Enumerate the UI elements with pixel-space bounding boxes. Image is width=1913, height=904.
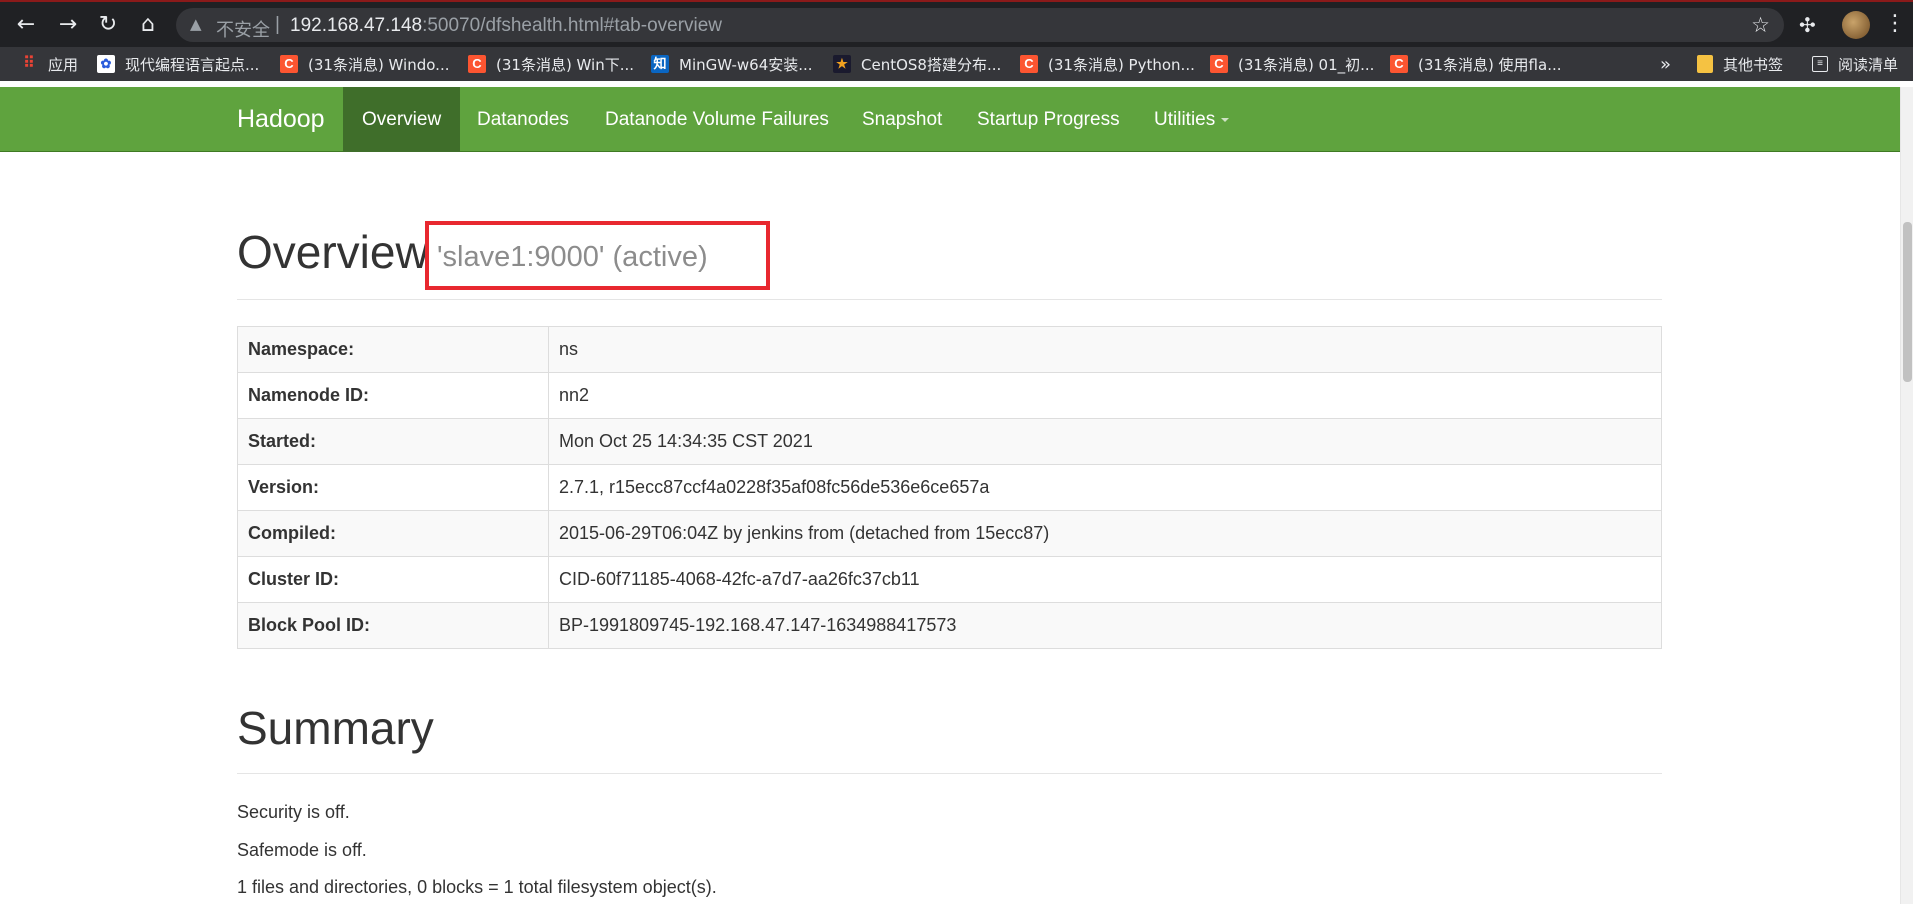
csdn-icon: C: [1210, 55, 1228, 73]
nav-datanodes[interactable]: Datanodes: [458, 87, 588, 152]
bookmark-label: MinGW-w64安装...: [679, 55, 813, 74]
row-value: nn2: [548, 372, 1662, 419]
url-text[interactable]: 192.168.47.148:50070/dfshealth.html#tab-…: [290, 15, 722, 37]
bookmark-item[interactable]: ★ CentOS8搭建分布...: [833, 53, 1001, 75]
row-value: CID-60f71185-4068-42fc-a7d7-aa26fc37cb11: [548, 556, 1662, 603]
url-path: :50070/dfshealth.html#tab-overview: [422, 15, 723, 36]
address-separator: |: [275, 14, 280, 35]
hadoop-navbar: Hadoop Overview Datanodes Datanode Volum…: [0, 87, 1900, 152]
row-value: 2015-06-29T06:04Z by jenkins from (detac…: [548, 510, 1662, 557]
bookmark-item[interactable]: C (31条消息) 01_初...: [1210, 53, 1374, 75]
nav-utilities-label: Utilities: [1154, 109, 1216, 130]
summary-header: Summary: [237, 686, 1662, 774]
table-row: Version: 2.7.1, r15ecc87ccf4a0228f35af08…: [237, 464, 1662, 511]
row-key: Version:: [237, 464, 549, 511]
summary-title: Summary: [237, 702, 434, 754]
bookmark-item[interactable]: ✿ 现代编程语言起点...: [97, 53, 259, 75]
row-value: ns: [548, 326, 1662, 373]
back-icon[interactable]: ←: [12, 11, 40, 39]
bookmarks-overflow-button[interactable]: »: [1660, 53, 1671, 75]
row-key: Namespace:: [237, 326, 549, 373]
overview-info-table: Namespace: ns Namenode ID: nn2 Started: …: [237, 326, 1662, 649]
url-host: 192.168.47.148: [290, 15, 423, 36]
nav-overview[interactable]: Overview: [343, 87, 461, 152]
bookmark-item[interactable]: C (31条消息) Windo...: [280, 53, 449, 75]
table-row: Compiled: 2015-06-29T06:04Z by jenkins f…: [237, 510, 1662, 557]
reading-list-button[interactable]: ≡ 阅读清单: [1812, 53, 1898, 75]
table-row: Cluster ID: CID-60f71185-4068-42fc-a7d7-…: [237, 556, 1662, 603]
bookmark-apps[interactable]: ⠿ 应用: [20, 53, 78, 75]
bookmark-star-icon[interactable]: ☆: [1751, 13, 1770, 37]
nav-startup-progress[interactable]: Startup Progress: [958, 87, 1139, 152]
annotation-highlight-box: [425, 221, 770, 290]
nav-snapshot[interactable]: Snapshot: [843, 87, 961, 152]
security-label[interactable]: 不安全: [216, 16, 270, 42]
navbar-brand[interactable]: Hadoop: [237, 87, 325, 152]
browser-toolbar: ← → ↻ ⌂ ▲ 不安全 | 192.168.47.148:50070/dfs…: [0, 0, 1913, 47]
bookmark-item[interactable]: C (31条消息) 使用fla...: [1390, 53, 1562, 75]
summary-filesystem-objects: 1 files and directories, 0 blocks = 1 to…: [237, 877, 717, 897]
forward-icon[interactable]: →: [54, 11, 82, 39]
nav-utilities-dropdown[interactable]: Utilities: [1135, 87, 1248, 152]
row-key: Compiled:: [237, 510, 549, 557]
bookmark-label: (31条消息) Win下...: [496, 55, 635, 74]
extensions-puzzle-icon[interactable]: ✣: [1799, 13, 1816, 37]
row-value: BP-1991809745-192.168.47.147-16349884175…: [548, 602, 1662, 649]
apps-icon: ⠿: [23, 55, 35, 72]
zhihu-icon: 知: [651, 55, 669, 73]
reading-list-icon: ≡: [1812, 56, 1828, 72]
bookmark-item[interactable]: C (31条消息) Python...: [1020, 53, 1195, 75]
baidu-paw-icon: ✿: [97, 55, 115, 73]
bookmark-label: (31条消息) 01_初...: [1238, 55, 1375, 74]
row-value: Mon Oct 25 14:34:35 CST 2021: [548, 418, 1662, 465]
table-row: Namenode ID: nn2: [237, 372, 1662, 419]
bookmark-label: (31条消息) 使用fla...: [1418, 55, 1562, 74]
bookmarks-bar: ⠿ 应用 ✿ 现代编程语言起点... C (31条消息) Windo... C …: [0, 47, 1913, 81]
bookmark-label: (31条消息) Python...: [1048, 55, 1195, 74]
bookmark-item[interactable]: 知 MinGW-w64安装...: [651, 53, 813, 75]
table-row: Started: Mon Oct 25 14:34:35 CST 2021: [237, 418, 1662, 465]
bookmark-item[interactable]: C (31条消息) Win下...: [468, 53, 634, 75]
page-scrollbar[interactable]: [1900, 87, 1913, 904]
overview-title: Overview: [237, 226, 429, 278]
csdn-icon: C: [1020, 55, 1038, 73]
home-icon[interactable]: ⌂: [134, 11, 162, 39]
browser-menu-icon[interactable]: ⋮: [1884, 11, 1906, 36]
bookmark-label: (31条消息) Windo...: [308, 55, 450, 74]
folder-icon: [1697, 55, 1713, 73]
row-key: Namenode ID:: [237, 372, 549, 419]
csdn-icon: C: [280, 55, 298, 73]
address-bar[interactable]: ▲ 不安全 | 192.168.47.148:50070/dfshealth.h…: [176, 8, 1784, 42]
nav-datanode-volume-failures[interactable]: Datanode Volume Failures: [586, 87, 848, 152]
row-key: Cluster ID:: [237, 556, 549, 603]
summary-security-status: Security is off.: [237, 802, 350, 822]
table-row: Block Pool ID: BP-1991809745-192.168.47.…: [237, 602, 1662, 649]
bookmark-label: CentOS8搭建分布...: [861, 55, 1002, 74]
row-key: Block Pool ID:: [237, 602, 549, 649]
bookmark-label: 现代编程语言起点...: [125, 55, 260, 74]
scrollbar-thumb[interactable]: [1903, 222, 1912, 382]
profile-avatar[interactable]: [1842, 11, 1870, 39]
warning-icon: ▲: [190, 15, 202, 33]
table-row: Namespace: ns: [237, 326, 1662, 373]
bookmark-label: 应用: [48, 55, 79, 74]
summary-safemode-status: Safemode is off.: [237, 840, 367, 860]
csdn-icon: C: [468, 55, 486, 73]
row-key: Started:: [237, 418, 549, 465]
star-icon: ★: [833, 55, 851, 73]
caret-down-icon: [1221, 117, 1230, 122]
csdn-icon: C: [1390, 55, 1408, 73]
bookmark-other[interactable]: 其他书签: [1697, 53, 1783, 75]
bookmark-label: 其他书签: [1723, 55, 1784, 74]
reading-list-label: 阅读清单: [1838, 55, 1899, 74]
reload-icon[interactable]: ↻: [94, 11, 122, 39]
row-value: 2.7.1, r15ecc87ccf4a0228f35af08fc56de536…: [548, 464, 1662, 511]
